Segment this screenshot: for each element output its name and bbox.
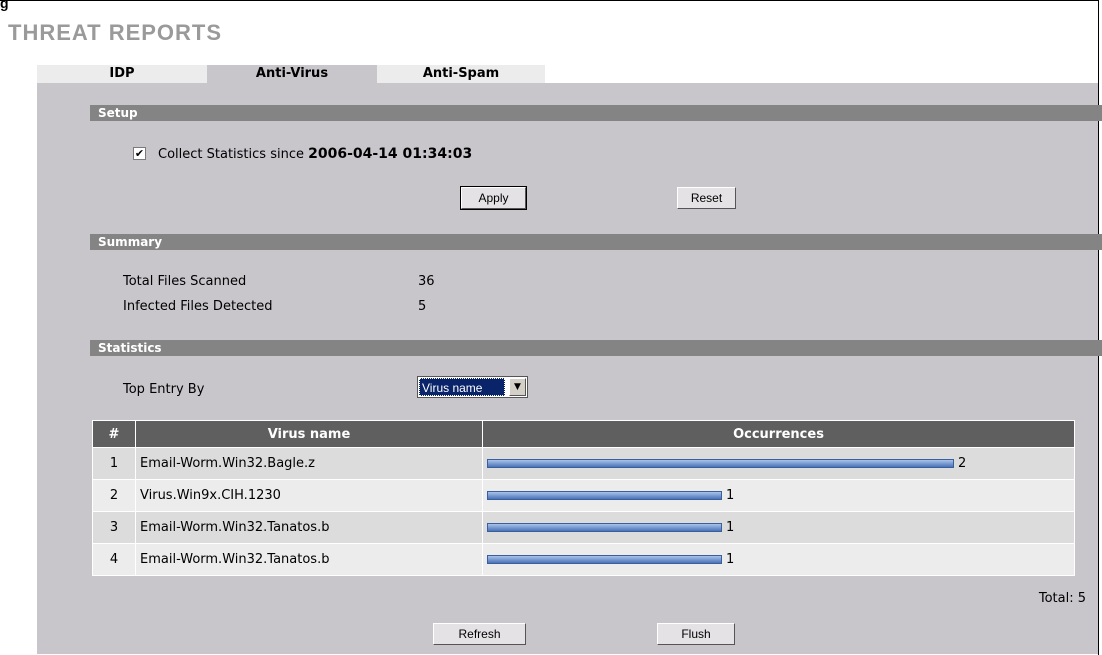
- row-occurrences: 2: [482, 447, 1075, 480]
- column-header-index: #: [92, 420, 136, 448]
- column-header-occurrences: Occurrences: [482, 420, 1075, 448]
- tab-idp[interactable]: IDP: [37, 65, 207, 83]
- collect-since-timestamp: 2006-04-14 01:34:03: [308, 146, 473, 162]
- total-count: Total: 5: [1038, 591, 1086, 606]
- setup-section-header: Setup: [90, 105, 1102, 121]
- total-files-value: 36: [418, 274, 435, 289]
- infected-files-value: 5: [418, 299, 427, 314]
- collect-statistics-label: Collect Statistics since: [158, 147, 304, 162]
- occurrence-bar: [487, 459, 954, 468]
- refresh-button[interactable]: Refresh: [433, 623, 526, 645]
- statistics-section-header: Statistics: [90, 340, 1102, 356]
- row-virus-name: Virus.Win9x.CIH.1230: [135, 479, 483, 512]
- flush-button[interactable]: Flush: [657, 623, 735, 645]
- occurrence-bar: [487, 555, 722, 564]
- row-occurrences: 1: [482, 511, 1075, 544]
- occurrence-bar: [487, 523, 722, 532]
- apply-button[interactable]: Apply: [460, 186, 527, 210]
- occurrence-bar: [487, 491, 722, 500]
- collect-statistics-line: Collect Statistics since 2006-04-14 01:3…: [158, 146, 472, 162]
- row-virus-name: Email-Worm.Win32.Tanatos.b: [135, 511, 483, 544]
- table-row: 1 Email-Worm.Win32.Bagle.z 2: [92, 447, 1075, 480]
- occurrence-count: 1: [726, 488, 735, 503]
- summary-section-header: Summary: [90, 234, 1102, 250]
- column-header-virus-name: Virus name: [135, 420, 483, 448]
- top-entry-select[interactable]: Virus name ▼: [417, 376, 528, 398]
- table-row: 2 Virus.Win9x.CIH.1230 1: [92, 479, 1075, 512]
- occurrence-count: 1: [726, 520, 735, 535]
- row-index: 2: [92, 479, 136, 512]
- infected-files-label: Infected Files Detected: [123, 299, 273, 314]
- tab-anti-spam[interactable]: Anti-Spam: [377, 65, 545, 83]
- row-virus-name: Email-Worm.Win32.Bagle.z: [135, 447, 483, 480]
- chevron-down-icon[interactable]: ▼: [509, 378, 526, 396]
- table-row: 4 Email-Worm.Win32.Tanatos.b 1: [92, 543, 1075, 576]
- occurrence-count: 2: [958, 456, 967, 471]
- tab-anti-virus[interactable]: Anti-Virus: [207, 65, 377, 83]
- row-occurrences: 1: [482, 479, 1075, 512]
- total-files-label: Total Files Scanned: [123, 274, 247, 289]
- row-index: 3: [92, 511, 136, 544]
- table-row: 3 Email-Worm.Win32.Tanatos.b 1: [92, 511, 1075, 544]
- reset-button[interactable]: Reset: [677, 187, 736, 209]
- row-virus-name: Email-Worm.Win32.Tanatos.b: [135, 543, 483, 576]
- table-header-row: # Virus name Occurrences: [92, 420, 1075, 448]
- checkmark-icon: ✔: [134, 147, 145, 160]
- top-entry-selected-value: Virus name: [419, 378, 505, 396]
- row-index: 4: [92, 543, 136, 576]
- occurrence-count: 1: [726, 552, 735, 567]
- row-occurrences: 1: [482, 543, 1075, 576]
- page-title: THREAT REPORTS: [8, 20, 223, 45]
- top-entry-label: Top Entry By: [123, 382, 205, 397]
- statistics-table: # Virus name Occurrences 1 Email-Worm.Wi…: [92, 420, 1075, 576]
- content-panel: Setup ✔ Collect Statistics since 2006-04…: [37, 83, 1102, 654]
- row-index: 1: [92, 447, 136, 480]
- collect-statistics-checkbox[interactable]: ✔: [133, 147, 146, 160]
